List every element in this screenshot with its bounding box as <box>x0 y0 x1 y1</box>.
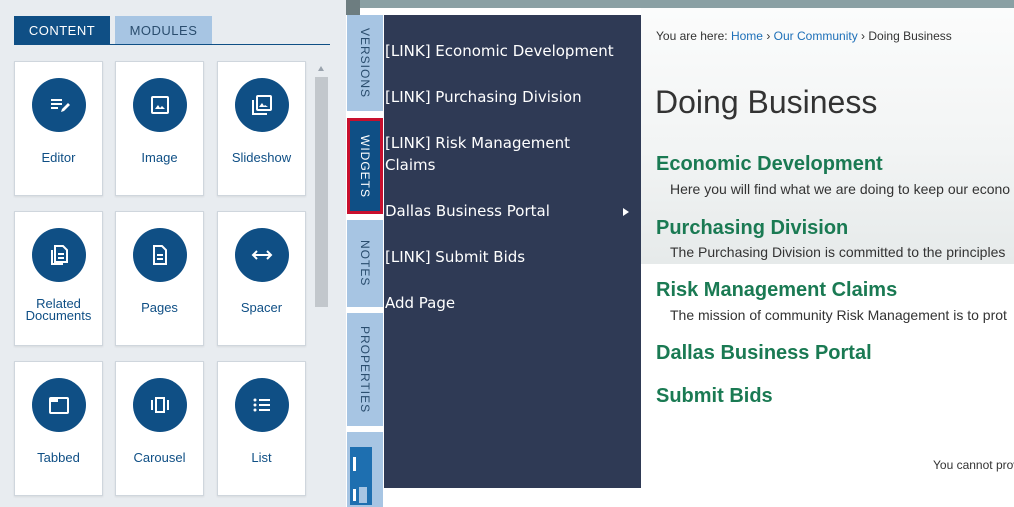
widget-label: Related Documents <box>25 296 92 323</box>
widget-spacer[interactable]: Spacer <box>217 211 306 346</box>
widget-pages[interactable]: Pages <box>115 211 204 346</box>
slideshow-icon <box>235 78 289 132</box>
section-description: Here you will find what we are doing to … <box>670 181 1011 197</box>
flyout-item-dallas-business-portal[interactable]: Dallas Business Portal <box>385 200 635 222</box>
image-icon <box>133 78 187 132</box>
tab-properties[interactable]: PROPERTIES <box>347 313 383 426</box>
submenu-arrow-icon[interactable] <box>623 208 629 216</box>
breadcrumb-prefix: You are here: <box>656 29 728 43</box>
flyout-item-economic-development[interactable]: [LINK] Economic Development <box>385 40 635 62</box>
scrollbar-thumb[interactable] <box>315 77 328 307</box>
section-heading-purchasing-division[interactable]: Purchasing Division <box>656 217 848 240</box>
tab-properties-label: PROPERTIES <box>358 325 372 414</box>
breadcrumb: You are here: Home › Our Community › Doi… <box>656 29 952 43</box>
scroll-up-arrow-icon[interactable] <box>318 66 324 71</box>
breadcrumb-separator-icon: › <box>766 29 771 43</box>
side-tabs: VERSIONS WIDGETS NOTES PROPERTIES <box>346 15 384 507</box>
header-image-strip <box>346 0 1014 8</box>
tab-widgets[interactable]: WIDGETS <box>347 118 383 214</box>
section-heading-risk-management-claims[interactable]: Risk Management Claims <box>656 279 897 302</box>
page-title: Doing Business <box>655 84 878 120</box>
tabbed-icon <box>32 378 86 432</box>
list-icon <box>235 378 289 432</box>
page-links-flyout: [LINK] Economic Development [LINK] Purch… <box>384 15 641 488</box>
widget-tabbed[interactable]: Tabbed <box>14 361 103 496</box>
tab-modules[interactable]: MODULES <box>115 16 212 44</box>
section-heading-dallas-business-portal[interactable]: Dallas Business Portal <box>656 342 872 365</box>
tab-widgets-label: WIDGETS <box>358 134 372 198</box>
carousel-icon <box>133 378 187 432</box>
widget-related-documents[interactable]: Related Documents <box>14 211 103 346</box>
section-description: The Purchasing Division is committed to … <box>670 244 1006 260</box>
tab-versions[interactable]: VERSIONS <box>347 15 383 111</box>
breadcrumb-home-link[interactable]: Home <box>731 29 763 43</box>
tab-content[interactable]: CONTENT <box>14 16 110 44</box>
widget-label: Slideshow <box>231 150 292 165</box>
widget-slideshow[interactable]: Slideshow <box>217 61 306 196</box>
flyout-item-purchasing-division[interactable]: [LINK] Purchasing Division <box>385 86 635 108</box>
widget-editor[interactable]: Editor <box>14 61 103 196</box>
flyout-item-add-page[interactable]: Add Page <box>385 292 635 314</box>
tab-notes[interactable]: NOTES <box>347 220 383 307</box>
flyout-item-risk-management-claims[interactable]: [LINK] Risk Management Claims <box>385 132 615 176</box>
footer-note: You cannot prov <box>933 458 1014 472</box>
section-description: The mission of community Risk Management… <box>670 307 1007 323</box>
panel-tabs: CONTENT MODULES <box>14 16 330 45</box>
widget-label: Spacer <box>240 300 283 315</box>
widget-panel: CONTENT MODULES Editor Image Slideshow R… <box>0 0 346 507</box>
tab-layout-tool[interactable] <box>347 432 383 507</box>
tab-versions-label: VERSIONS <box>358 27 372 98</box>
section-heading-submit-bids[interactable]: Submit Bids <box>656 385 773 408</box>
pages-icon <box>133 228 187 282</box>
widget-image[interactable]: Image <box>115 61 204 196</box>
related-documents-icon <box>32 228 86 282</box>
flyout-item-submit-bids[interactable]: [LINK] Submit Bids <box>385 246 635 268</box>
widget-carousel[interactable]: Carousel <box>115 361 204 496</box>
breadcrumb-current: Doing Business <box>868 29 952 43</box>
breadcrumb-community-link[interactable]: Our Community <box>774 29 858 43</box>
tab-notes-label: NOTES <box>358 240 372 287</box>
page-content: You are here: Home › Our Community › Doi… <box>641 8 1014 507</box>
spacer-icon <box>235 228 289 282</box>
widget-label: Tabbed <box>37 450 80 465</box>
widget-label: Editor <box>41 150 76 165</box>
section-heading-economic-development[interactable]: Economic Development <box>656 153 883 176</box>
widget-label: Carousel <box>133 450 186 465</box>
editor-icon <box>32 78 86 132</box>
widget-label: Image <box>141 150 178 165</box>
breadcrumb-separator-icon: › <box>861 29 866 43</box>
layout-tool-icon <box>350 447 372 505</box>
widget-label: List <box>251 450 272 465</box>
widget-list[interactable]: List <box>217 361 306 496</box>
widget-label: Pages <box>141 300 178 315</box>
